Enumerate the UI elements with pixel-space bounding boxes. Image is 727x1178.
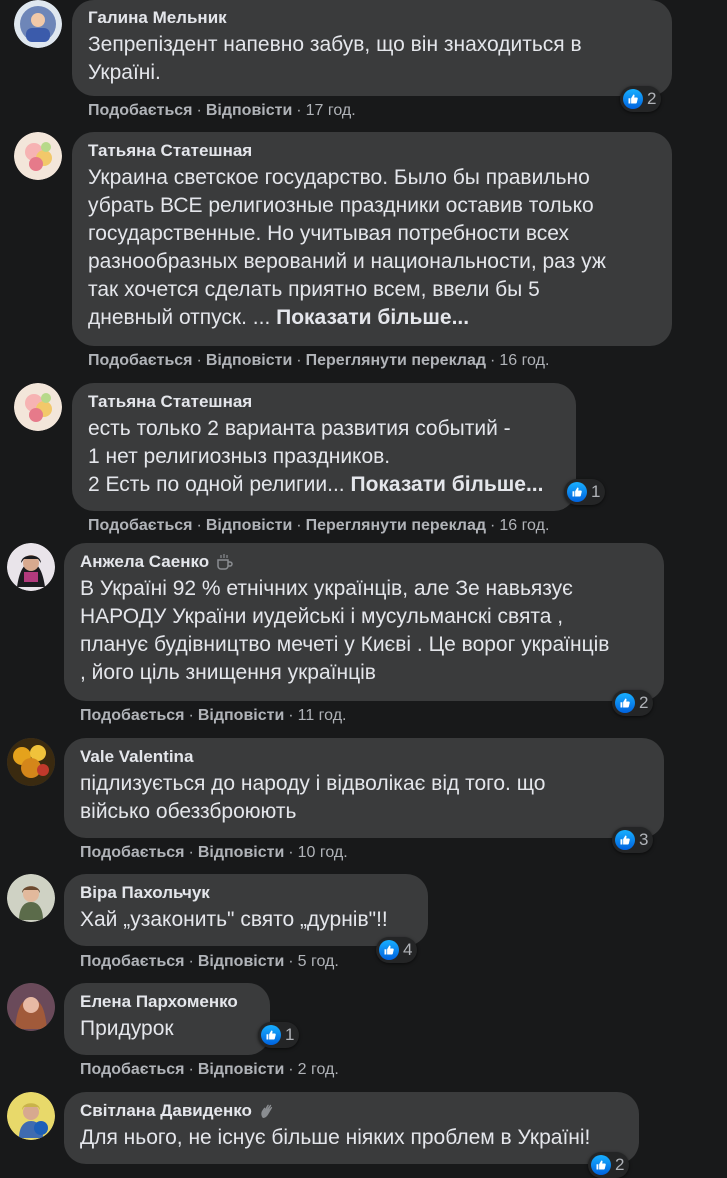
like-button[interactable]: Подобається	[80, 1061, 185, 1079]
comment-timestamp[interactable]: 17 год.	[306, 102, 356, 120]
show-more-link[interactable]: Показати більше...	[276, 306, 469, 329]
like-reaction-icon	[567, 482, 587, 502]
comment-author[interactable]: Світлана Давиденко	[80, 1101, 623, 1121]
like-reaction-icon	[261, 1025, 281, 1045]
comment-text: В Україні 92 % етнічних українців, але З…	[80, 577, 610, 684]
like-reaction-icon	[591, 1155, 611, 1175]
like-reaction-icon	[379, 940, 399, 960]
comment-actions: Подобається · Відповісти · 11 год.	[80, 707, 347, 725]
comment-text: Зепрепіздент напевно забув, що він знахо…	[88, 33, 582, 84]
comment-timestamp[interactable]: 16 год.	[499, 517, 549, 535]
reaction-count-badge[interactable]: 2	[620, 86, 662, 112]
avatar[interactable]	[14, 383, 62, 431]
like-button[interactable]: Подобається	[88, 352, 193, 370]
comment-author[interactable]: Анжела Саенко	[80, 552, 648, 572]
comment-text: Для нього, не існує більше ніяких пробле…	[80, 1126, 591, 1149]
comment-bubble: Галина Мельник Зепрепіздент напевно забу…	[72, 0, 672, 96]
comment-bubble: Світлана Давиденко Для нього, не існує б…	[64, 1092, 639, 1164]
see-translation-button[interactable]: Переглянути переклад	[306, 352, 486, 370]
avatar[interactable]	[7, 983, 55, 1031]
like-button[interactable]: Подобається	[80, 707, 185, 725]
comment-actions: Подобається · Відповісти · Переглянути п…	[88, 517, 550, 535]
reply-button[interactable]: Відповісти	[198, 707, 284, 725]
avatar[interactable]	[14, 0, 62, 48]
comment-author[interactable]: Татьяна Статешная	[88, 392, 560, 412]
reaction-count-badge[interactable]: 2	[612, 690, 654, 716]
comment-text: Украина светское государство. Было бы пр…	[88, 166, 606, 329]
like-button[interactable]: Подобається	[80, 953, 185, 971]
comment-actions: Подобається · Відповісти · Переглянути п…	[88, 352, 550, 370]
comment-author[interactable]: Галина Мельник	[88, 8, 656, 28]
waving-hand-icon	[258, 1102, 276, 1120]
comment-text: Хай „узаконить" свято „дурнів"!!	[80, 908, 388, 931]
comment-actions: Подобається · Відповісти · 5 год.	[80, 953, 339, 971]
comment-actions: Подобається · Відповісти · 10 год.	[80, 844, 348, 862]
see-translation-button[interactable]: Переглянути переклад	[306, 517, 486, 535]
comment-timestamp[interactable]: 16 год.	[499, 352, 549, 370]
comment-bubble: Татьяна Статешная Украина светское госуд…	[72, 132, 672, 346]
comment-author[interactable]: Віра Пахольчук	[80, 883, 412, 903]
like-button[interactable]: Подобається	[80, 844, 185, 862]
reply-button[interactable]: Відповісти	[198, 953, 284, 971]
comment-bubble: Татьяна Статешная есть только 2 варианта…	[72, 383, 576, 511]
reply-button[interactable]: Відповісти	[198, 844, 284, 862]
like-reaction-icon	[615, 830, 635, 850]
comment-timestamp[interactable]: 5 год.	[298, 953, 339, 971]
like-reaction-icon	[623, 89, 643, 109]
reaction-count-badge[interactable]: 3	[612, 827, 654, 853]
avatar[interactable]	[14, 132, 62, 180]
comment-timestamp[interactable]: 10 год.	[298, 844, 348, 862]
show-more-link[interactable]: Показати більше...	[351, 473, 544, 496]
comment-author[interactable]: Елена Пархоменко	[80, 992, 254, 1012]
comment-author[interactable]: Vale Valentina	[80, 747, 648, 767]
comment-bubble: Vale Valentina підлизується до народу і …	[64, 738, 664, 838]
avatar[interactable]	[7, 543, 55, 591]
comment-actions: Подобається · Відповісти · 2 год.	[80, 1061, 339, 1079]
comment-actions: Подобається · Відповісти · 17 год.	[88, 102, 356, 120]
like-button[interactable]: Подобається	[88, 102, 193, 120]
reply-button[interactable]: Відповісти	[206, 517, 292, 535]
comment-bubble: Віра Пахольчук Хай „узаконить" свято „ду…	[64, 874, 428, 946]
comment-bubble: Елена Пархоменко Придурок	[64, 983, 270, 1055]
comment-author[interactable]: Татьяна Статешная	[88, 141, 656, 161]
comment-bubble: Анжела Саенко В Україні 92 % етнічних ук…	[64, 543, 664, 701]
avatar[interactable]	[7, 874, 55, 922]
avatar[interactable]	[7, 738, 55, 786]
reaction-count-badge[interactable]: 1	[258, 1022, 300, 1048]
reaction-count-badge[interactable]: 2	[588, 1152, 630, 1178]
reply-button[interactable]: Відповісти	[206, 102, 292, 120]
avatar[interactable]	[7, 1092, 55, 1140]
comment-timestamp[interactable]: 2 год.	[298, 1061, 339, 1079]
reply-button[interactable]: Відповісти	[198, 1061, 284, 1079]
comment-text: есть только 2 варианта развития событий …	[88, 417, 544, 496]
comment-text: підлизується до народу і відволікає від …	[80, 772, 546, 823]
comment-text: Придурок	[80, 1017, 174, 1040]
reaction-count-badge[interactable]: 1	[564, 479, 606, 505]
like-button[interactable]: Подобається	[88, 517, 193, 535]
like-reaction-icon	[615, 693, 635, 713]
reply-button[interactable]: Відповісти	[206, 352, 292, 370]
coffee-cup-icon	[215, 553, 233, 571]
reaction-count-badge[interactable]: 4	[376, 937, 418, 963]
comment-timestamp[interactable]: 11 год.	[298, 707, 347, 725]
